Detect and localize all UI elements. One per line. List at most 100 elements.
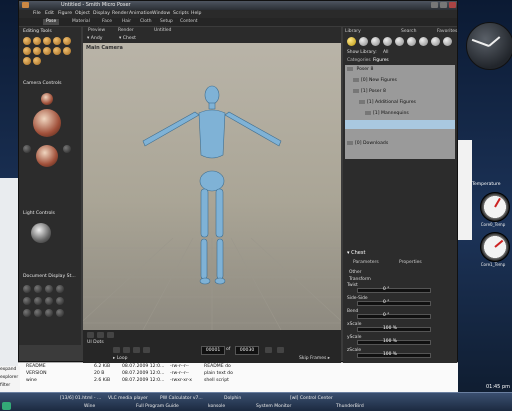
loop-checkbox[interactable]: ▸ Loop (113, 356, 128, 361)
title-bar[interactable]: Untitled - Smith Micro Poser (19, 1, 457, 10)
tab-face[interactable]: Face (99, 19, 115, 25)
tab-favorites[interactable]: Favorites (437, 28, 457, 35)
menu-render[interactable]: Render (112, 11, 128, 16)
task-vlc[interactable]: VLC media player (108, 395, 148, 402)
show-library-select[interactable]: All (383, 50, 388, 55)
direct-manipulation-tool-icon[interactable] (33, 57, 41, 65)
list-item[interactable]: filter (0, 382, 20, 390)
list-item[interactable]: wine 2.6 KiB 08.07.2009 12:0... -rwxr-xr-x s… (18, 377, 458, 384)
morph-tool-icon[interactable] (23, 57, 31, 65)
tab-hair[interactable]: Hair (119, 19, 134, 25)
list-item[interactable]: [0] New Figures (347, 76, 463, 85)
other-group[interactable]: Other (349, 270, 361, 275)
transform-group[interactable]: Transform (349, 277, 371, 282)
list-item[interactable]: expand (0, 366, 20, 374)
task-program-guide[interactable]: Full Program Guide (136, 403, 179, 410)
move-xz-icon[interactable] (23, 145, 31, 153)
menu-animation[interactable]: Animation (129, 11, 152, 16)
chain-break-tool-icon[interactable] (33, 47, 41, 55)
translate-tool-icon[interactable] (43, 37, 51, 45)
display-style-icon[interactable] (34, 285, 42, 293)
tab-library[interactable]: Library (345, 28, 361, 35)
task-thunderbird[interactable]: ThunderBird (336, 403, 364, 410)
menu-file[interactable]: File (33, 11, 41, 16)
poses-category-icon[interactable] (359, 37, 368, 46)
display-options-icon[interactable] (87, 332, 94, 338)
list-item[interactable]: [1] Additional Figures (347, 98, 469, 107)
selected-row-highlight[interactable] (345, 120, 455, 129)
param-value[interactable]: 100 % (383, 339, 397, 344)
rotate-tool-icon[interactable] (23, 37, 31, 45)
display-style-icon[interactable] (23, 309, 31, 317)
props-category-icon[interactable] (407, 37, 416, 46)
camera-trackball-icon[interactable] (33, 109, 61, 137)
move-xy-icon[interactable] (63, 145, 71, 153)
hair-category-icon[interactable] (383, 37, 392, 46)
list-item[interactable]: [0] Downloads (347, 139, 457, 148)
param-xscale[interactable]: xScale 100 % (347, 322, 453, 332)
param-zscale[interactable]: zScale 100 % (347, 348, 453, 358)
menu-scripts[interactable]: Scripts (173, 11, 189, 16)
grouping-tool-icon[interactable] (53, 47, 61, 55)
translate-in-out-tool-icon[interactable] (53, 37, 61, 45)
menu-window[interactable]: Window (152, 11, 170, 16)
task-wine[interactable]: Wine (84, 403, 95, 410)
list-item[interactable]: [1] Poser 8 (347, 87, 463, 96)
tab-cloth[interactable]: Cloth (137, 19, 154, 25)
light-sphere-icon[interactable] (31, 223, 51, 243)
figures-category-icon[interactable] (347, 37, 356, 46)
task-control-center[interactable]: [wl] Control Center (290, 395, 333, 402)
menu-object[interactable]: Object (75, 11, 90, 16)
param-bend[interactable]: Bend 0 ° (347, 309, 453, 319)
window-menu-icon[interactable] (22, 2, 29, 8)
view-magnifier-tool-icon[interactable] (63, 47, 71, 55)
param-value[interactable]: 0 ° (383, 313, 389, 318)
actor-select[interactable]: ▾ Chest (119, 36, 136, 41)
display-style-icon[interactable] (45, 285, 53, 293)
display-style-icon[interactable] (34, 309, 42, 317)
list-item[interactable]: README 6.2 KiB 08.07.2009 12:0... -rw-r--r-… (18, 363, 458, 370)
list-item[interactable]: VERSION 20 B 08.07.2009 12:0... -rw-r--r-- p… (18, 370, 458, 377)
background-window-right[interactable] (458, 140, 472, 240)
face-camera-icon[interactable] (41, 93, 53, 105)
minimize-button[interactable] (431, 2, 438, 8)
display-options-icon[interactable] (107, 332, 114, 338)
figure-select[interactable]: ▾ Andy (87, 36, 102, 41)
play-icon[interactable] (133, 347, 140, 353)
list-item[interactable]: Poser 8 (347, 65, 457, 74)
scale-tool-icon[interactable] (63, 37, 71, 45)
menu-figure[interactable]: Figure (58, 11, 72, 16)
display-style-icon[interactable] (45, 297, 53, 305)
param-value[interactable]: 100 % (383, 352, 397, 357)
current-frame-field[interactable]: 00001 (201, 346, 225, 355)
param-yscale[interactable]: yScale 100 % (347, 335, 453, 345)
menu-edit[interactable]: Edit (45, 11, 54, 16)
task-system-monitor[interactable]: System Monitor (256, 403, 291, 410)
display-style-icon[interactable] (23, 285, 31, 293)
tab-setup[interactable]: Setup (157, 19, 176, 25)
skip-frames-checkbox[interactable]: Skip Frames ▸ (299, 356, 330, 361)
param-slider[interactable] (357, 288, 431, 293)
list-item[interactable]: [1] Mannequins (347, 109, 475, 118)
keyframe-icon[interactable] (265, 347, 272, 353)
task-dolphin[interactable]: Dolphin (224, 395, 241, 402)
display-style-icon[interactable] (45, 309, 53, 317)
display-style-icon[interactable] (56, 309, 64, 317)
tab-preview[interactable]: Preview (85, 28, 108, 34)
display-style-icon[interactable] (34, 297, 42, 305)
tab-parameters[interactable]: Parameters (353, 259, 379, 266)
camera-rotation-trackball-icon[interactable] (36, 145, 58, 167)
tab-content[interactable]: Content (177, 19, 200, 25)
task-html[interactable]: [13/6] 01.html - ... (60, 395, 101, 402)
tab-pose[interactable]: Pose (43, 19, 60, 25)
parameters-header[interactable]: ▾ Chest (347, 250, 365, 256)
task-calculator[interactable]: PW Calculator v7... (160, 395, 203, 402)
param-value[interactable]: 0 ° (383, 300, 389, 305)
keyframe-icon[interactable] (277, 347, 284, 353)
app-launcher-icon[interactable] (2, 402, 11, 410)
param-twist[interactable]: Twist 0 ° (347, 283, 453, 293)
param-value[interactable]: 0 ° (383, 287, 389, 292)
param-value[interactable]: 100 % (383, 326, 397, 331)
taper-tool-icon[interactable] (23, 47, 31, 55)
tab-render[interactable]: Render (115, 28, 137, 34)
